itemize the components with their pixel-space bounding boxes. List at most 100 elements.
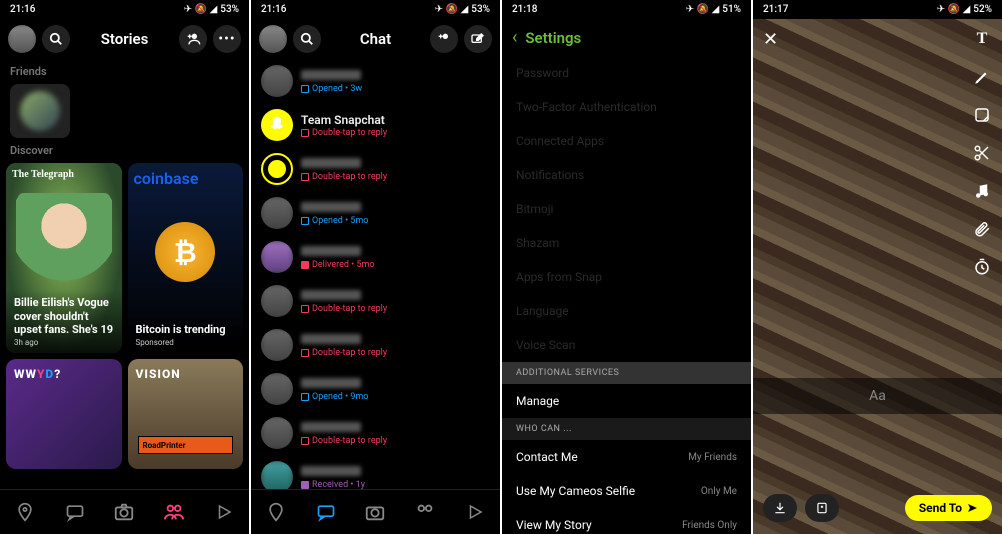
chat-row[interactable]: Received • 1y [251, 455, 500, 489]
timer-tool[interactable] [970, 255, 994, 279]
friend-story-tile[interactable] [10, 84, 70, 138]
send-label: Send To [919, 501, 962, 515]
story-button[interactable] [805, 494, 839, 522]
chat-avatar [261, 329, 293, 361]
discover-row: The Telegraph Billie Eilish's Vogue cove… [0, 163, 249, 353]
tab-stories[interactable] [411, 498, 439, 526]
status-time: 21:16 [261, 4, 286, 15]
tab-camera[interactable] [110, 498, 138, 526]
search-button[interactable] [42, 25, 70, 53]
search-icon [300, 32, 314, 46]
settings-row-dim[interactable]: Password [502, 56, 751, 90]
status-icon [301, 305, 309, 313]
chat-list: Opened • 3wTeam Snapchat Double-tap to r… [251, 59, 500, 489]
chat-name [301, 333, 490, 347]
status-icon [301, 173, 309, 181]
status-icon [301, 217, 309, 225]
settings-row-dim[interactable]: Bitmoji [502, 192, 751, 226]
tab-chat[interactable] [61, 498, 89, 526]
save-button[interactable] [763, 494, 797, 522]
paperclip-icon [973, 220, 991, 238]
chat-row[interactable]: Team Snapchat Double-tap to reply [251, 103, 500, 147]
chat-name [301, 465, 490, 479]
tab-map[interactable] [262, 498, 290, 526]
settings-row-dim[interactable]: Language [502, 294, 751, 328]
discover-label: WWYD? [14, 367, 61, 381]
settings-row-dim[interactable]: Apps from Snap [502, 260, 751, 294]
draw-tool[interactable] [970, 65, 994, 89]
settings-row-dim[interactable]: Voice Scan [502, 328, 751, 362]
settings-list-dim: PasswordTwo-Factor AuthenticationConnect… [502, 56, 751, 362]
download-icon [773, 501, 787, 515]
chat-row[interactable]: Double-tap to reply [251, 323, 500, 367]
chat-row[interactable]: Opened • 9mo [251, 367, 500, 411]
more-icon: ••• [218, 31, 235, 47]
page-title: Chat [360, 30, 391, 48]
chat-avatar [261, 65, 293, 97]
search-button[interactable] [293, 25, 321, 53]
attach-tool[interactable] [970, 217, 994, 241]
chat-status: Double-tap to reply [301, 304, 490, 314]
music-tool[interactable] [970, 179, 994, 203]
chat-row[interactable]: Opened • 5mo [251, 191, 500, 235]
snap-canvas[interactable]: ✕ T Aa Send To [753, 19, 1002, 534]
chat-status: Received • 1y [301, 480, 490, 490]
play-icon [215, 503, 233, 521]
discover-card-vision[interactable]: VISION RoadPrinter [128, 359, 244, 469]
chat-row[interactable]: Opened • 3w [251, 59, 500, 103]
add-friend-button[interactable] [179, 25, 207, 53]
settings-row[interactable]: View My StoryFriends Only [502, 508, 751, 534]
settings-row[interactable]: Use My Cameos SelfieOnly Me [502, 474, 751, 508]
tab-spotlight[interactable] [210, 498, 238, 526]
settings-row[interactable]: Contact MeMy Friends [502, 440, 751, 474]
chat-row[interactable]: Double-tap to reply [251, 411, 500, 455]
settings-row-dim[interactable]: Shazam [502, 226, 751, 260]
add-friend-button[interactable] [430, 25, 458, 53]
status-icon [301, 129, 309, 137]
chat-avatar [261, 109, 293, 141]
settings-row-manage[interactable]: Manage [502, 384, 751, 418]
chat-avatar [261, 417, 293, 449]
status-time: 21:16 [10, 4, 35, 15]
settings-row-dim[interactable]: Notifications [502, 158, 751, 192]
send-button[interactable]: Send To [905, 495, 992, 521]
tab-chat[interactable] [312, 498, 340, 526]
text-tool[interactable]: T [970, 27, 994, 51]
discover-card-wwyd[interactable]: WWYD? [6, 359, 122, 469]
discover-card-telegraph[interactable]: The Telegraph Billie Eilish's Vogue cove… [6, 163, 122, 353]
tab-camera[interactable] [361, 498, 389, 526]
chat-row[interactable]: Double-tap to reply [251, 279, 500, 323]
close-button[interactable]: ✕ [763, 29, 778, 50]
chat-row[interactable]: Delivered • 5mo [251, 235, 500, 279]
settings-row-dim[interactable]: Connected Apps [502, 124, 751, 158]
status-icon [301, 437, 309, 445]
discover-row-2: WWYD? VISION RoadPrinter [0, 353, 249, 475]
tab-spotlight[interactable] [461, 498, 489, 526]
settings-label: Use My Cameos Selfie [516, 484, 635, 498]
chat-status: Double-tap to reply [301, 128, 490, 138]
tab-stories[interactable] [160, 498, 188, 526]
more-button[interactable]: ••• [213, 25, 241, 53]
profile-avatar[interactable] [259, 25, 287, 53]
sticker-tool[interactable] [970, 103, 994, 127]
back-button[interactable]: ‹ [512, 27, 517, 48]
settings-row-dim[interactable]: Two-Factor Authentication [502, 90, 751, 124]
profile-avatar[interactable] [8, 25, 36, 53]
scissors-tool[interactable] [970, 141, 994, 165]
compose-icon [470, 31, 486, 47]
chat-name [301, 201, 490, 215]
text-input-overlay[interactable]: Aa [753, 378, 1002, 414]
chat-row[interactable]: Double-tap to reply [251, 147, 500, 191]
discover-section-label: Discover [0, 138, 249, 163]
status-icon [301, 261, 309, 269]
chat-status: Double-tap to reply [301, 172, 490, 182]
discover-headline: Billie Eilish's Vogue cover shouldn't up… [14, 296, 114, 336]
chat-name [301, 421, 490, 435]
bottom-tabs [0, 489, 249, 534]
bottom-tabs [251, 489, 500, 534]
chat-status: Opened • 9mo [301, 392, 490, 402]
page-title: Stories [101, 30, 149, 48]
new-chat-button[interactable] [464, 25, 492, 53]
discover-card-coinbase[interactable]: coinbase ₿ Bitcoin is trending Sponsored [128, 163, 244, 353]
tab-map[interactable] [11, 498, 39, 526]
